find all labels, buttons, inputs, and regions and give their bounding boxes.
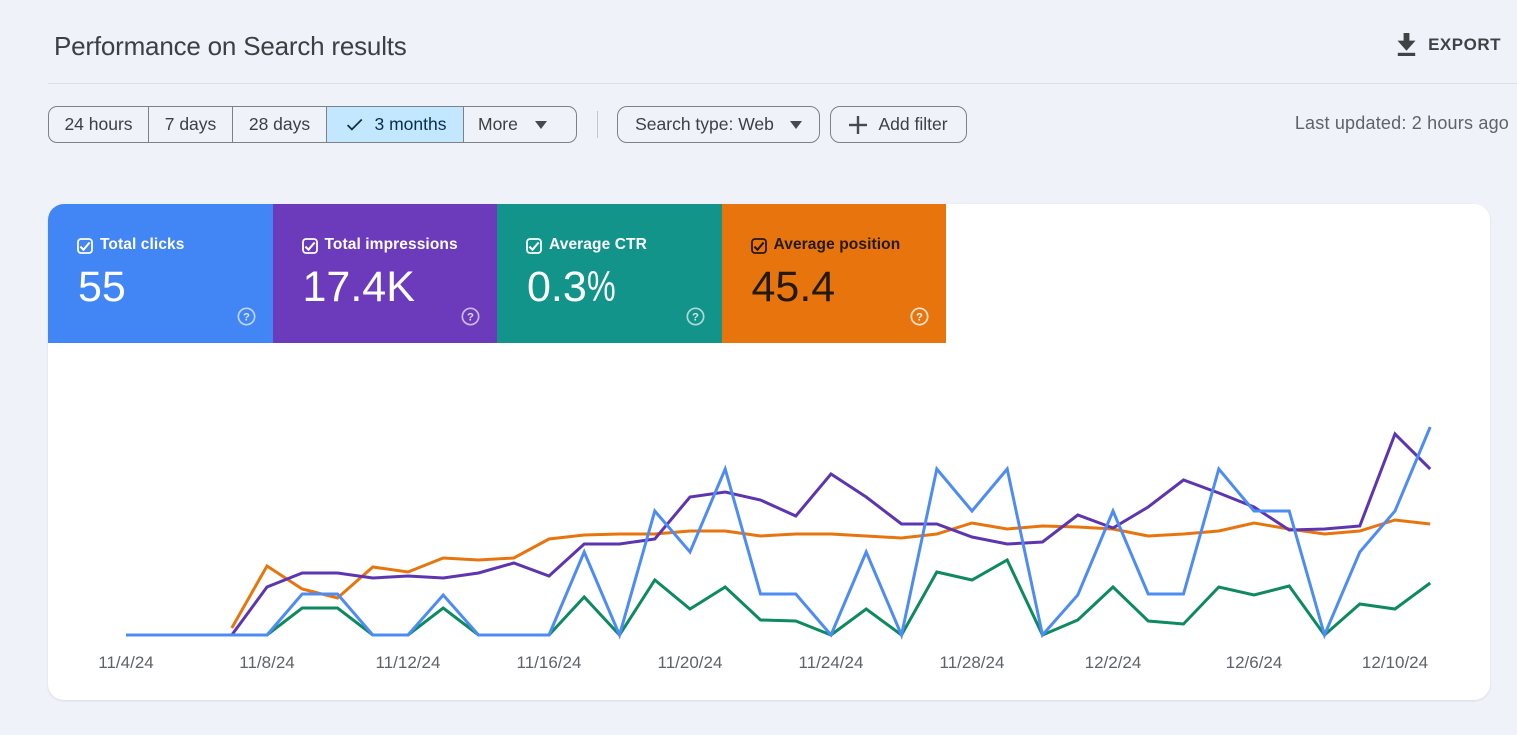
svg-text:11/24/24: 11/24/24 xyxy=(799,653,864,672)
svg-text:?: ? xyxy=(467,311,474,323)
svg-text:?: ? xyxy=(692,311,699,323)
svg-text:11/16/24: 11/16/24 xyxy=(517,653,582,672)
svg-text:11/20/24: 11/20/24 xyxy=(658,653,723,672)
svg-text:11/28/24: 11/28/24 xyxy=(940,653,1005,672)
svg-text:11/8/24: 11/8/24 xyxy=(239,653,294,672)
svg-text:12/2/24: 12/2/24 xyxy=(1085,653,1142,672)
svg-text:?: ? xyxy=(916,311,923,323)
svg-text:11/4/24: 11/4/24 xyxy=(98,653,153,672)
svg-text:?: ? xyxy=(243,311,250,323)
svg-text:11/12/24: 11/12/24 xyxy=(376,653,441,672)
svg-text:12/10/24: 12/10/24 xyxy=(1362,653,1428,672)
svg-text:12/6/24: 12/6/24 xyxy=(1226,653,1283,672)
